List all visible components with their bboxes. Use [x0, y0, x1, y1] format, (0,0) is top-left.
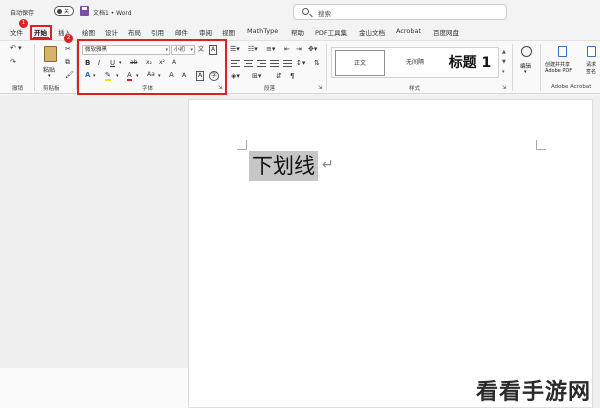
style-no-spacing[interactable]: 无间隔: [389, 50, 441, 76]
chinese-layout-icon[interactable]: ✥▾: [308, 45, 317, 53]
align-right-icon[interactable]: [257, 60, 266, 67]
tab-references[interactable]: 引用: [151, 27, 164, 37]
distributed-icon[interactable]: [283, 60, 292, 67]
line-spacing-icon[interactable]: ↕▾: [296, 59, 305, 67]
align-left-icon[interactable]: [231, 60, 240, 67]
title-bar: 自动保存 关 文档1 • Word 搜索: [0, 0, 600, 24]
decrease-indent-icon[interactable]: ⇤: [284, 45, 290, 53]
chevron-down-icon: ▾: [48, 73, 51, 79]
left-panel-strip: [0, 368, 188, 408]
multilevel-list-icon[interactable]: ≡▾: [266, 45, 275, 53]
tab-draw[interactable]: 绘图: [82, 27, 95, 37]
request-label: 请求: [586, 62, 597, 68]
autosave-label: 自动保存: [10, 10, 35, 17]
paragraph-dialog-launcher-icon[interactable]: ⇲: [318, 84, 322, 92]
chevron-up-icon[interactable]: ▲: [502, 47, 510, 57]
pdf-icon: [558, 46, 567, 57]
justify-icon[interactable]: [270, 60, 279, 67]
ribbon-tabs: 文件 开始 插入 绘图 设计 布局 引用 邮件 审阅 视图 MathType 帮…: [0, 25, 600, 40]
paragraph-group-label: 段落: [264, 86, 276, 92]
selected-document-text[interactable]: 下划线: [249, 151, 318, 181]
style-normal[interactable]: 正文: [335, 50, 385, 76]
paste-button[interactable]: 粘贴 ▾: [40, 44, 62, 82]
signature-icon: [587, 46, 596, 57]
search-icon: [521, 46, 532, 57]
redo-icon[interactable]: ↷: [10, 58, 16, 66]
create-share-label: 创建并共享: [545, 62, 571, 68]
cut-icon[interactable]: ✂: [65, 45, 71, 53]
save-icon[interactable]: [80, 6, 89, 16]
request-signature-button[interactable]: 请求 签名: [583, 44, 600, 82]
undo-group-label: 撤销: [12, 86, 24, 92]
site-watermark: 看看手游网: [476, 380, 592, 405]
sort-icon[interactable]: ⇅: [314, 59, 320, 67]
styles-gallery: 正文 无间隔 标题 1: [331, 47, 499, 78]
style-heading-1[interactable]: 标题 1: [442, 50, 498, 76]
numbering-icon[interactable]: ☷▾: [248, 45, 258, 53]
tab-file[interactable]: 文件: [10, 27, 23, 37]
step-badge-2: 2: [64, 34, 73, 43]
clipboard-group-label: 剪贴板: [43, 86, 60, 92]
borders-icon[interactable]: ⊞▾: [252, 72, 261, 80]
separator: [34, 44, 35, 91]
home-tab-highlight: [30, 25, 52, 40]
page-margin-corner: [237, 140, 247, 150]
request-sub: 签名: [586, 69, 597, 75]
search-placeholder: 搜索: [318, 10, 331, 18]
gallery-scroll[interactable]: ▲ ▼ ▾: [502, 47, 510, 77]
styles-group-label: 样式: [409, 86, 421, 92]
show-marks-icon[interactable]: ¶: [290, 72, 294, 80]
autosave-state: 关: [64, 9, 70, 15]
tab-pdf-tools[interactable]: PDF工具集: [315, 27, 347, 37]
chevron-down-icon[interactable]: ▼: [502, 57, 510, 67]
chevron-down-icon: ▾: [524, 69, 527, 75]
tab-layout[interactable]: 布局: [128, 27, 141, 37]
page-margin-corner: [536, 140, 546, 150]
tab-review[interactable]: 审阅: [199, 27, 212, 37]
tab-kingsoft-docs[interactable]: 金山文档: [359, 27, 385, 37]
document-title: 文档1 • Word: [93, 10, 132, 17]
copy-icon[interactable]: ⧉: [65, 58, 70, 66]
tab-help[interactable]: 帮助: [291, 27, 304, 37]
toggle-knob: [57, 9, 62, 14]
separator: [540, 44, 541, 91]
document-page[interactable]: [188, 99, 593, 408]
adobe-group-label: Adobe Acrobat: [551, 84, 592, 90]
editing-button[interactable]: 编辑 ▾: [516, 44, 538, 82]
separator: [512, 44, 513, 91]
font-group-highlight: [77, 39, 227, 95]
step-badge-1: 1: [19, 19, 28, 28]
tab-design[interactable]: 设计: [105, 27, 118, 37]
tab-mailings[interactable]: 邮件: [175, 27, 188, 37]
search-box[interactable]: 搜索: [293, 4, 507, 20]
shading-icon[interactable]: ◈▾: [231, 72, 240, 80]
paragraph-mark: ↵: [322, 157, 334, 173]
tab-acrobat[interactable]: Acrobat: [396, 27, 421, 35]
tab-mathtype[interactable]: MathType: [247, 27, 278, 35]
more-icon[interactable]: ▾: [502, 67, 510, 77]
bullets-icon[interactable]: ☰▾: [230, 45, 240, 53]
create-share-pdf-button[interactable]: 创建并共享 Adobe PDF: [543, 44, 581, 82]
format-painter-icon[interactable]: 🖌: [65, 71, 74, 79]
tab-view[interactable]: 视图: [222, 27, 235, 37]
styles-dialog-launcher-icon[interactable]: ⇲: [502, 84, 506, 92]
autosave-toggle[interactable]: 关: [54, 6, 74, 16]
separator: [326, 44, 327, 91]
create-share-sub: Adobe PDF: [545, 68, 573, 74]
increase-indent-icon[interactable]: ⇥: [296, 45, 302, 53]
undo-icon[interactable]: ↶ ▾: [10, 44, 22, 52]
sort-ascending-icon[interactable]: ⇵: [276, 72, 282, 80]
search-icon: [302, 8, 309, 15]
tab-baidu-netdisk[interactable]: 百度网盘: [433, 27, 459, 37]
clipboard-icon: [44, 46, 57, 62]
align-center-icon[interactable]: [244, 60, 253, 67]
